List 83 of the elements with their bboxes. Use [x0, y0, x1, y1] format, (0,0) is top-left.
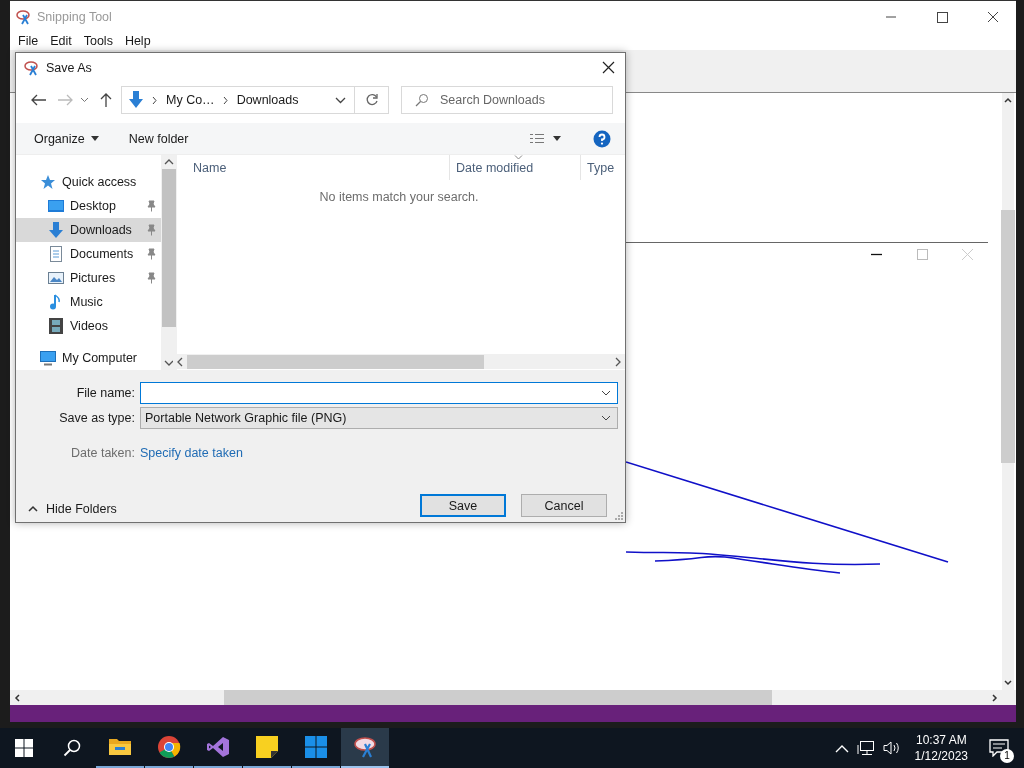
- up-arrow-icon[interactable]: [99, 92, 113, 108]
- new-folder-button[interactable]: New folder: [128, 131, 189, 146]
- scroll-thumb[interactable]: [187, 354, 484, 369]
- address-bar[interactable]: My Co… Downloads: [121, 86, 355, 114]
- scroll-thumb[interactable]: [1001, 210, 1015, 463]
- videos-icon: [48, 318, 64, 334]
- search-icon: [63, 739, 81, 757]
- search-icon: [415, 93, 429, 107]
- documents-icon: [48, 246, 64, 262]
- scissors-icon: [353, 735, 377, 759]
- chevron-icon: [221, 95, 230, 105]
- breadcrumb[interactable]: Downloads: [236, 93, 299, 107]
- scroll-thumb[interactable]: [162, 169, 177, 327]
- taskbar-app[interactable]: [341, 728, 389, 768]
- file-type-dropdown[interactable]: Portable Network Graphic file (PNG): [140, 407, 618, 429]
- pictures-icon: [48, 270, 64, 286]
- window-title: Snipping Tool: [37, 9, 112, 24]
- chevron-icon: [151, 95, 159, 105]
- horizontal-scrollbar[interactable]: [10, 690, 1002, 705]
- specify-date-link[interactable]: Specify date taken: [140, 446, 618, 460]
- nav-item[interactable]: Quick access: [16, 170, 162, 194]
- dialog-title: Save As: [46, 60, 92, 75]
- column-header[interactable]: Name: [173, 155, 449, 180]
- computer-icon: [40, 350, 56, 366]
- star-icon: [40, 174, 56, 190]
- notification-badge: 1: [1000, 749, 1014, 763]
- field-label: Date taken:: [70, 446, 135, 460]
- volume-icon[interactable]: [882, 740, 901, 756]
- nav-item[interactable]: Documents: [16, 242, 162, 266]
- network-icon[interactable]: [856, 740, 875, 756]
- menu-item[interactable]: Help: [118, 34, 157, 48]
- infinity-icon: [206, 735, 230, 759]
- caret-icon: [90, 136, 99, 141]
- nav-item[interactable]: Music: [16, 290, 162, 314]
- chevron-up-icon[interactable]: [834, 743, 849, 753]
- file-name-field[interactable]: [140, 382, 618, 404]
- refresh-icon: [364, 93, 379, 107]
- back-icon[interactable]: [30, 93, 48, 107]
- hide-folders-button[interactable]: Hide Folders: [28, 501, 117, 516]
- windows-logo-icon: [15, 739, 33, 757]
- download-arrow-icon: [128, 91, 144, 109]
- dropdown-caret-icon: [601, 415, 611, 421]
- nav-item[interactable]: Videos: [16, 314, 162, 338]
- dropdown-caret-icon[interactable]: [601, 390, 611, 396]
- dropdown-caret-icon[interactable]: [335, 96, 346, 104]
- empty-message: No items match your search.: [318, 190, 480, 204]
- cancel-button[interactable]: Cancel: [521, 494, 607, 517]
- vertical-scrollbar[interactable]: [1002, 93, 1014, 690]
- organize-menu[interactable]: Organize: [34, 131, 99, 146]
- chevron-up-icon: [28, 505, 38, 512]
- tiles-icon: [304, 735, 328, 759]
- clock[interactable]: 10:37 AM 1/12/2023: [914, 732, 968, 764]
- column-header[interactable]: Type: [580, 155, 625, 180]
- sticky-note-icon: [255, 735, 279, 759]
- scroll-thumb[interactable]: [224, 690, 772, 705]
- save-button[interactable]: Save: [420, 494, 506, 517]
- menu-item[interactable]: File: [12, 34, 45, 48]
- downloads-icon: [48, 222, 64, 238]
- horizontal-scrollbar[interactable]: [173, 354, 625, 369]
- nav-item[interactable]: Pictures: [16, 266, 162, 290]
- resize-grip-icon: [615, 512, 623, 520]
- scissors-icon: [16, 8, 32, 25]
- column-header[interactable]: Date modified: [449, 155, 580, 180]
- scissors-icon: [24, 59, 40, 76]
- vertical-scrollbar[interactable]: [161, 155, 178, 370]
- notifications-button[interactable]: 1: [982, 728, 1016, 768]
- nav-item[interactable]: Downloads: [16, 218, 162, 242]
- menu-item[interactable]: Tools: [77, 34, 119, 48]
- caret-icon[interactable]: [553, 136, 561, 141]
- close-icon[interactable]: [602, 61, 615, 74]
- help-icon[interactable]: [593, 129, 611, 148]
- field-label: File name:: [75, 386, 135, 400]
- nav-item[interactable]: Desktop: [16, 194, 162, 218]
- field-label: Save as type:: [58, 411, 135, 425]
- refresh-button[interactable]: [355, 86, 389, 114]
- desktop-icon: [48, 198, 64, 214]
- view-list-icon[interactable]: [529, 132, 545, 145]
- nav-item[interactable]: My Computer: [16, 346, 162, 370]
- menu-item[interactable]: Edit: [44, 34, 78, 48]
- breadcrumb[interactable]: My Co…: [166, 93, 215, 107]
- message-icon: [989, 739, 1009, 757]
- browser-icon: [157, 735, 181, 759]
- search-field[interactable]: Search Downloads: [401, 86, 613, 114]
